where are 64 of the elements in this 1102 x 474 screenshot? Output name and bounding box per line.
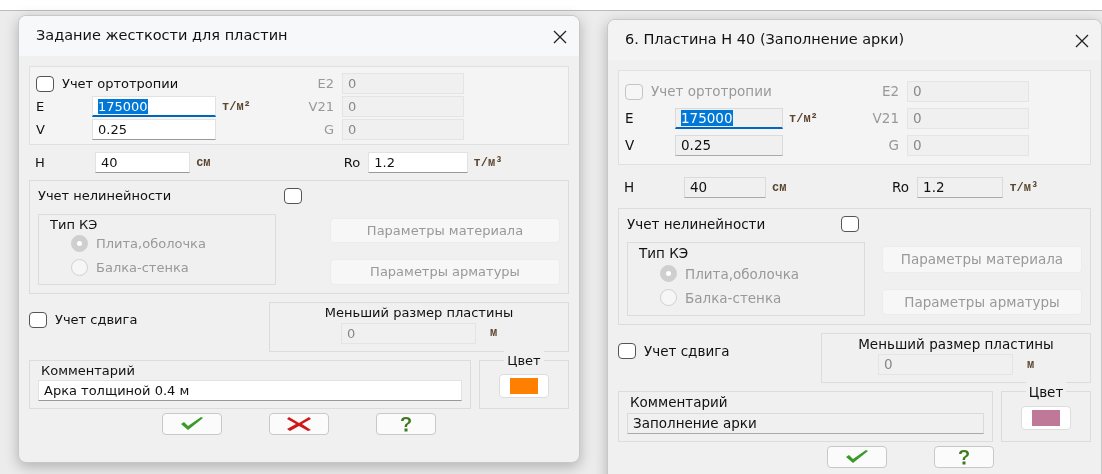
unit-label: м (1025, 356, 1035, 374)
radio-label: Плита,оболочка (685, 264, 800, 284)
field-label: V (625, 136, 636, 156)
radio-label: Плита,оболочка (96, 235, 206, 253)
checkmark-icon (844, 448, 870, 465)
close-icon (553, 29, 567, 44)
checkbox[interactable] (29, 311, 47, 328)
checkbox[interactable] (841, 216, 859, 233)
field-label: Ro (891, 178, 911, 198)
window-title: Задание жесткости для пластин (36, 26, 288, 46)
input-field[interactable]: Арка толщиной 0.4 м (38, 380, 462, 401)
checkbox[interactable] (36, 75, 54, 92)
field-label: G (887, 136, 900, 156)
field-label: E2 (880, 82, 900, 102)
field-label: H (35, 153, 46, 172)
color-button[interactable] (1021, 406, 1071, 431)
window-title: 6. Пластина Н 40 (Заполнение арки) (625, 30, 905, 50)
input-field[interactable]: 40 (684, 177, 766, 198)
cancel-button[interactable] (269, 413, 329, 435)
unit-label: см (771, 179, 788, 197)
question-icon (957, 448, 971, 465)
color-button[interactable] (499, 374, 549, 399)
checkbox-label: Учет ортотропии (62, 74, 179, 93)
close-icon (286, 416, 312, 432)
close-icon (1075, 33, 1089, 48)
unit-label: т/м³ (472, 154, 504, 172)
help-button[interactable] (376, 413, 436, 435)
unit-label: т/м² (788, 110, 819, 128)
checkbox-label: Учет нелинейности (38, 187, 173, 205)
input-field[interactable]: 175000 (675, 108, 783, 129)
checkbox-label: Учет нелинейности (627, 215, 767, 234)
field-label: E (36, 97, 46, 116)
unit-label: т/м³ (1008, 179, 1040, 197)
checkbox-label: Учет сдвига (55, 311, 138, 329)
field-label: G (322, 120, 335, 139)
field-label: V (36, 120, 46, 139)
help-button[interactable] (934, 445, 994, 468)
unit-label: т/м² (221, 98, 252, 116)
input-field[interactable]: 0.25 (92, 119, 216, 140)
checkbox[interactable] (284, 187, 302, 204)
ok-button[interactable] (162, 413, 222, 435)
checkbox-label: Учет сдвига (644, 342, 730, 361)
field-label: V21 (307, 97, 335, 116)
field-label: Ro (342, 153, 362, 172)
input-field[interactable]: 175000 (92, 96, 216, 117)
checkbox[interactable] (618, 343, 636, 360)
input-field[interactable]: 0.25 (675, 135, 783, 156)
field-label: H (624, 178, 636, 198)
field-label: V21 (871, 109, 900, 129)
question-icon (399, 416, 413, 432)
unit-label: м (488, 325, 498, 342)
checkmark-icon (179, 416, 205, 432)
radio-label: Балка-стенка (96, 258, 189, 277)
group-title: Цвет (1025, 382, 1067, 403)
input-field[interactable]: Заполнение арки (627, 412, 984, 434)
field-label: E2 (316, 74, 335, 93)
ok-button[interactable] (827, 445, 887, 468)
field-label: E (625, 109, 635, 129)
checkbox-label: Учет ортотропии (651, 82, 772, 102)
input-field[interactable]: 40 (95, 152, 191, 173)
input-field[interactable]: 1.2 (368, 152, 468, 173)
unit-label: см (195, 154, 212, 172)
input-field[interactable]: 1.2 (917, 177, 1004, 198)
radio-label: Балка-стенка (685, 288, 782, 308)
